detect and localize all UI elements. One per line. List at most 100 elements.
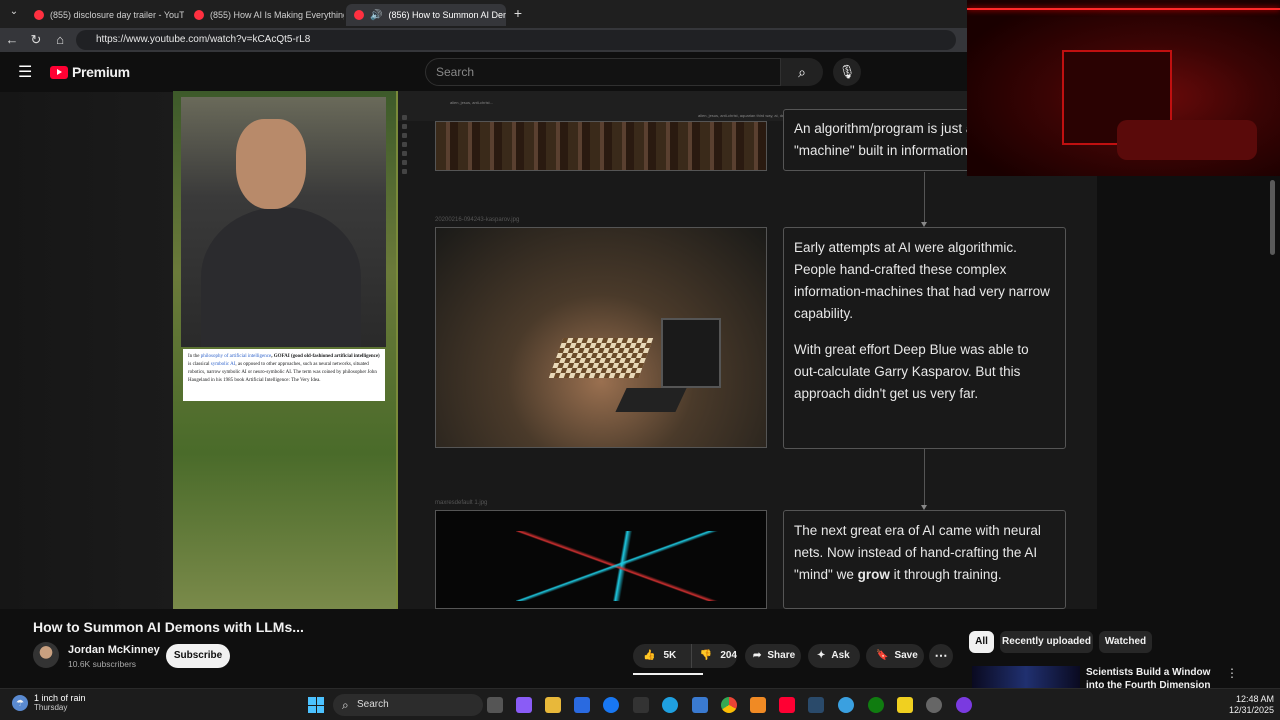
led-strip [967, 8, 1280, 10]
tab-list-button[interactable]: ⌄ [4, 2, 24, 22]
facebook-icon[interactable] [603, 697, 619, 713]
video-player[interactable]: In the philosophy of artificial intellig… [173, 91, 1097, 609]
card-2-paragraph-1: Early attempts at AI were algorithmic. P… [794, 240, 1050, 321]
recommended-video-thumbnail[interactable] [972, 666, 1080, 688]
browser-tab-2[interactable]: (855) How AI Is Making Everything ✕ [186, 4, 344, 26]
store-icon[interactable] [574, 697, 590, 713]
browser-tab-1[interactable]: (855) disclosure day trailer - YouTu ✕ [26, 4, 184, 26]
save-button[interactable]: 🔖 Save [866, 644, 924, 668]
clock-date: 12/31/2025 [1228, 705, 1274, 715]
edge-icon[interactable] [662, 697, 678, 713]
chessboard [548, 338, 654, 378]
vlc-icon[interactable] [750, 697, 766, 713]
url-text: https://www.youtube.com/watch?v=kCAcQt5-… [96, 34, 311, 45]
clock-time: 12:48 AM [1235, 694, 1274, 704]
video-left-letterbox [0, 92, 173, 609]
more-actions-icon[interactable]: ⋯ [929, 644, 953, 668]
thumbs-down-icon: 👎 [699, 650, 713, 661]
share-icon: ➦ [753, 650, 762, 661]
amazon-icon[interactable] [633, 697, 649, 713]
recommended-more-icon[interactable]: ⋮ [1226, 666, 1238, 680]
windows-start-icon[interactable] [308, 697, 324, 713]
reload-icon[interactable]: ↻ [26, 30, 46, 50]
youtube-app-icon[interactable] [779, 697, 795, 713]
browser-tab-3[interactable]: 🔊 (856) How to Summon AI Dem ✕ [346, 4, 506, 26]
video-title: How to Summon AI Demons with LLMs... [33, 619, 304, 635]
taskbar-search[interactable]: Search [333, 694, 483, 716]
youtube-logo[interactable]: Premium [50, 64, 130, 80]
wiki-link: symbolic AI [210, 362, 236, 367]
system-clock[interactable]: 12:48 AM 12/31/2025 [1228, 694, 1274, 716]
flow-arrow-1 [921, 172, 927, 227]
thumbs-up-icon: 👍 [643, 650, 656, 661]
search-icon[interactable]: ⌕ [781, 58, 823, 86]
chrome-icon[interactable] [721, 697, 737, 713]
steam-icon[interactable] [808, 697, 824, 713]
text-card-2: Early attempts at AI were algorithmic. P… [783, 227, 1066, 449]
chip-recently-uploaded[interactable]: Recently uploaded [1000, 631, 1093, 653]
windows-taskbar: ☂ 1 inch of rain Thursday Search 12:48 A… [0, 688, 1280, 720]
subscriber-count: 10.6K subscribers [68, 659, 137, 669]
like-button[interactable]: 👍 5K [633, 644, 692, 668]
search-input[interactable]: Search [425, 58, 781, 86]
channel-name[interactable]: Jordan McKinney [68, 644, 160, 656]
page-scrollbar[interactable] [1270, 180, 1275, 255]
copilot-icon[interactable] [516, 697, 532, 713]
weather-widget[interactable]: ☂ 1 inch of rain Thursday [12, 693, 86, 712]
wiki-text: In the [188, 354, 201, 359]
obs-icon[interactable] [956, 697, 972, 713]
notes-icon[interactable] [897, 697, 913, 713]
speaker-icon[interactable]: 🔊 [370, 10, 382, 21]
chip-all[interactable]: All [969, 631, 994, 653]
chip-watched[interactable]: Watched [1099, 631, 1152, 653]
slide-breadcrumb: alien, jesus, anti-christ, aquarian thir… [698, 113, 794, 118]
menu-icon[interactable]: ☰ [18, 62, 32, 82]
like-dislike-group: 👍 5K 👎 204 [633, 644, 737, 668]
wikipedia-snippet: In the philosophy of artificial intellig… [183, 349, 385, 401]
video-background-foliage: In the philosophy of artificial intellig… [173, 91, 396, 609]
share-button[interactable]: ➦ Share [745, 644, 801, 668]
slide-tab-label: alien, jesus, anti-christ... [450, 100, 493, 105]
file-explorer-icon[interactable] [545, 697, 561, 713]
back-icon[interactable]: ← [2, 30, 22, 50]
weather-title: 1 inch of rain [34, 693, 86, 703]
channel-avatar[interactable] [33, 642, 59, 668]
neural-net-lines [516, 531, 746, 601]
ask-button[interactable]: ✦ Ask [808, 644, 860, 668]
weather-day: Thursday [34, 703, 68, 712]
card-2-paragraph-2: With great effort Deep Blue was able to … [794, 342, 1029, 401]
new-tab-button[interactable]: + [508, 3, 528, 23]
app-icon[interactable] [838, 697, 854, 713]
rain-icon: ☂ [12, 694, 28, 711]
recommended-video-title[interactable]: Scientists Build a Window into the Fourt… [1086, 666, 1216, 688]
image-filename: 20200216-094243-kasparov.jpg [435, 217, 520, 223]
room-bed [1117, 120, 1257, 160]
card-3-text-end: it through training. [889, 567, 1002, 582]
video-right-letterbox [1097, 176, 1280, 609]
tab-title: (856) How to Summon AI Dem [388, 10, 506, 20]
subscribe-button[interactable]: Subscribe [166, 644, 230, 668]
tab-title: (855) How AI Is Making Everything [210, 10, 344, 20]
home-icon[interactable]: ⌂ [50, 30, 70, 50]
slide-sidebar-icons [402, 111, 410, 191]
task-view-icon[interactable] [487, 697, 503, 713]
dislike-button[interactable]: 👎 204 [692, 644, 737, 668]
microphone-icon[interactable]: 🎙 [833, 58, 861, 86]
logo-text: Premium [72, 64, 130, 80]
calculator-icon[interactable] [692, 697, 708, 713]
wiki-text: is classical [188, 362, 211, 367]
youtube-play-icon [50, 65, 68, 79]
youtube-favicon-icon [34, 10, 44, 20]
presenter-camera [181, 97, 386, 347]
keyboard [615, 388, 687, 412]
settings-gear-icon[interactable] [926, 697, 942, 713]
url-field[interactable]: https://www.youtube.com/watch?v=kCAcQt5-… [76, 30, 956, 50]
computer-monitor [661, 318, 721, 388]
neural-net-image [435, 510, 767, 609]
wiki-link: philosophy of artificial intelligence [200, 354, 272, 359]
youtube-favicon-icon [354, 10, 364, 20]
ask-label: Ask [831, 650, 850, 661]
text-card-3: The next great era of AI came with neura… [783, 510, 1066, 609]
wiki-bold: , GOFAI (good old-fashioned artificial i… [271, 354, 380, 359]
xbox-icon[interactable] [868, 697, 884, 713]
